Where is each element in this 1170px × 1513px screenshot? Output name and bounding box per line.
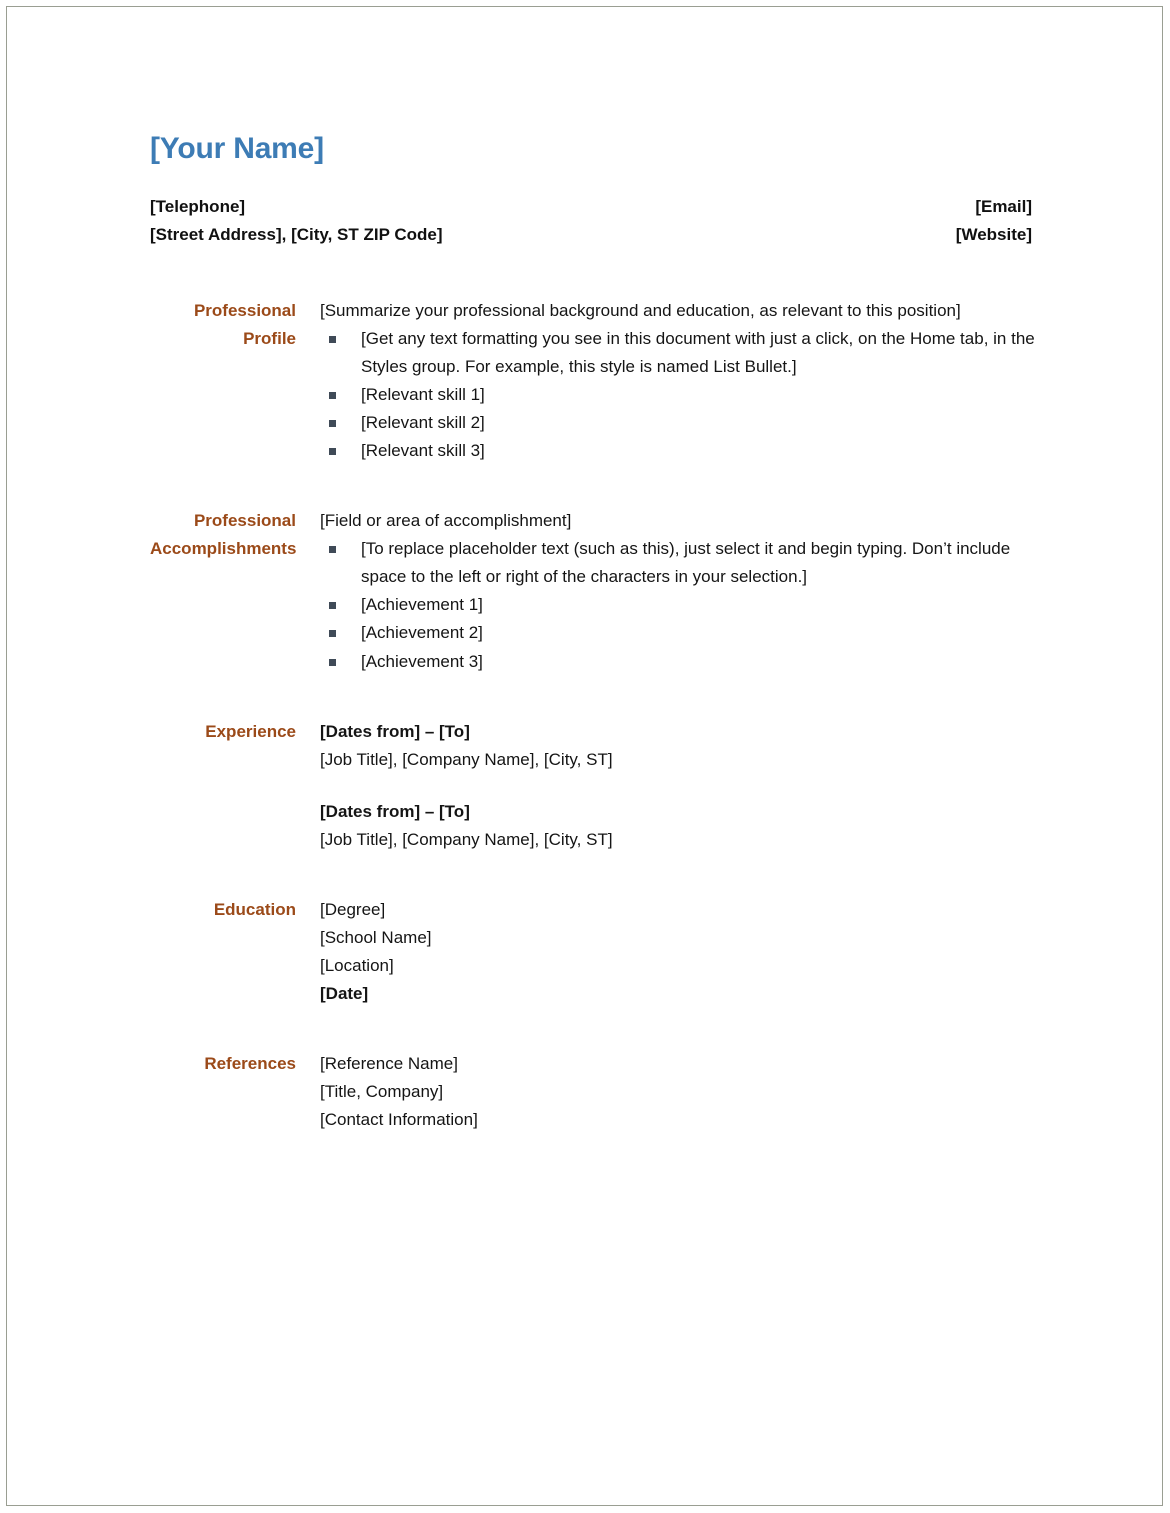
profile-summary[interactable]: [Summarize your professional background … bbox=[320, 297, 1040, 325]
resume-sections: Professional Profile [Summarize your pro… bbox=[150, 297, 1040, 1134]
reference-contact[interactable]: [Contact Information] bbox=[320, 1106, 1040, 1134]
list-item[interactable]: [Achievement 2] bbox=[320, 619, 1040, 647]
section-label-professional-accomplishments: Professional Accomplishments bbox=[150, 511, 297, 559]
section-body-education: [Degree] [School Name] [Location] [Date] bbox=[320, 896, 1040, 1008]
applicant-name[interactable]: [Your Name] bbox=[150, 132, 1030, 165]
accomplishment-field[interactable]: [Field or area of accomplishment] bbox=[320, 507, 1040, 535]
email-field[interactable]: [Email] bbox=[975, 193, 1032, 221]
section-experience: Experience [Dates from] – [To] [Job Titl… bbox=[150, 718, 1040, 854]
contact-row-secondary: [Street Address], [City, ST ZIP Code] [W… bbox=[150, 221, 1032, 249]
website-field[interactable]: [Website] bbox=[956, 221, 1032, 249]
experience-dates[interactable]: [Dates from] – [To] bbox=[320, 798, 1040, 826]
list-item[interactable]: [Relevant skill 1] bbox=[320, 381, 1040, 409]
list-item[interactable]: [Get any text formatting you see in this… bbox=[320, 325, 1040, 381]
telephone-field[interactable]: [Telephone] bbox=[150, 193, 245, 221]
section-professional-profile: Professional Profile [Summarize your pro… bbox=[150, 297, 1040, 465]
contact-info: [Telephone] [Email] [Street Address], [C… bbox=[150, 193, 1032, 248]
section-body-professional-accomplishments: [Field or area of accomplishment] [To re… bbox=[320, 507, 1040, 675]
section-body-experience: [Dates from] – [To] [Job Title], [Compan… bbox=[320, 718, 1040, 854]
education-date[interactable]: [Date] bbox=[320, 980, 1040, 1008]
accomplishments-bullet-list: [To replace placeholder text (such as th… bbox=[320, 535, 1040, 675]
experience-dates[interactable]: [Dates from] – [To] bbox=[320, 718, 1040, 746]
reference-title-company[interactable]: [Title, Company] bbox=[320, 1078, 1040, 1106]
section-label-professional-profile: Professional Profile bbox=[193, 301, 296, 349]
list-item[interactable]: [Relevant skill 3] bbox=[320, 437, 1040, 465]
section-label-education: Education bbox=[213, 899, 296, 919]
experience-detail[interactable]: [Job Title], [Company Name], [City, ST] bbox=[320, 826, 1040, 854]
name-header: [Your Name] bbox=[150, 132, 1030, 165]
education-school[interactable]: [School Name] bbox=[320, 924, 1040, 952]
section-label-references: References bbox=[204, 1053, 296, 1073]
list-item[interactable]: [To replace placeholder text (such as th… bbox=[320, 535, 1040, 591]
section-body-professional-profile: [Summarize your professional background … bbox=[320, 297, 1040, 465]
section-professional-accomplishments: Professional Accomplishments [Field or a… bbox=[150, 507, 1040, 675]
section-label-experience: Experience bbox=[205, 721, 296, 741]
reference-name[interactable]: [Reference Name] bbox=[320, 1050, 1040, 1078]
experience-entry: [Dates from] – [To] [Job Title], [Compan… bbox=[320, 798, 1040, 854]
document-page: [Your Name] [Telephone] [Email] [Street … bbox=[6, 6, 1163, 1506]
list-item[interactable]: [Achievement 1] bbox=[320, 591, 1040, 619]
profile-bullet-list: [Get any text formatting you see in this… bbox=[320, 325, 1040, 465]
section-education: Education [Degree] [School Name] [Locati… bbox=[150, 896, 1040, 1008]
page-content: [Your Name] [Telephone] [Email] [Street … bbox=[7, 7, 1162, 1505]
address-field[interactable]: [Street Address], [City, ST ZIP Code] bbox=[150, 221, 443, 249]
section-references: References [Reference Name] [Title, Comp… bbox=[150, 1050, 1040, 1134]
list-item[interactable]: [Relevant skill 2] bbox=[320, 409, 1040, 437]
section-body-references: [Reference Name] [Title, Company] [Conta… bbox=[320, 1050, 1040, 1134]
list-item[interactable]: [Achievement 3] bbox=[320, 648, 1040, 676]
experience-detail[interactable]: [Job Title], [Company Name], [City, ST] bbox=[320, 746, 1040, 774]
experience-entry: [Dates from] – [To] [Job Title], [Compan… bbox=[320, 718, 1040, 774]
contact-row-primary: [Telephone] [Email] bbox=[150, 193, 1032, 221]
education-location[interactable]: [Location] bbox=[320, 952, 1040, 980]
education-degree[interactable]: [Degree] bbox=[320, 896, 1040, 924]
